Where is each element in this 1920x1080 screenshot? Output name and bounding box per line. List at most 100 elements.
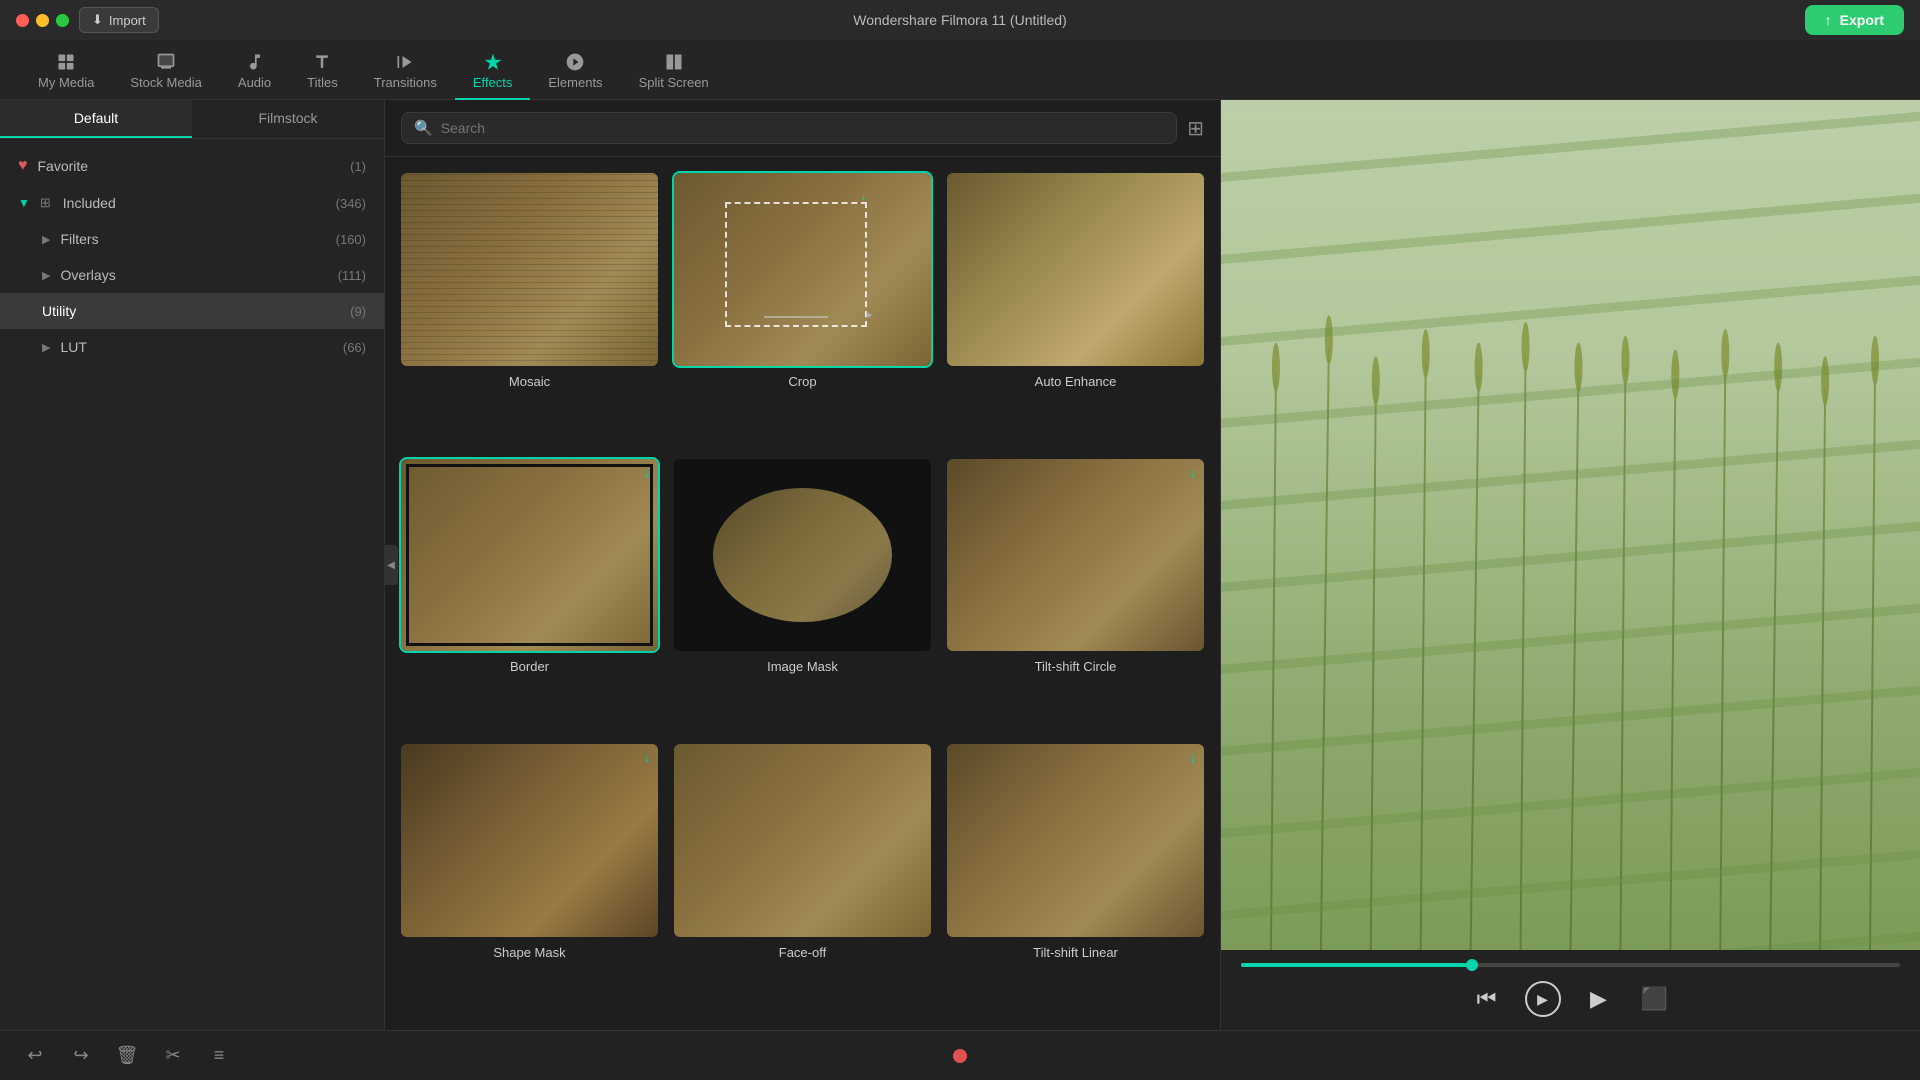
play-pause-button[interactable]: ▶: [1525, 981, 1561, 1017]
sidebar-item-overlays[interactable]: ▶ Overlays (111): [0, 257, 384, 293]
search-input-wrap: 🔍: [401, 112, 1177, 144]
timeline-record-area: [953, 1049, 967, 1063]
nav-stock-media[interactable]: Stock Media: [112, 44, 220, 100]
delete-button[interactable]: 🗑: [112, 1041, 142, 1071]
sidebar-tab-filmstock[interactable]: Filmstock: [192, 100, 384, 138]
titlebar: ⬇ Import Wondershare Filmora 11 (Untitle…: [0, 0, 1920, 40]
import-icon: ⬇: [92, 12, 103, 28]
export-button[interactable]: ↑ Export: [1805, 5, 1904, 35]
grid-view-icon[interactable]: ⊞: [1187, 116, 1204, 141]
redo-button[interactable]: ↪: [66, 1041, 96, 1071]
effect-thumb-tilt-shift-circle: ↓: [947, 459, 1204, 652]
main-nav: My Media Stock Media Audio Titles Transi…: [0, 40, 1920, 100]
effect-label-tilt-shift-circle: Tilt-shift Circle: [1035, 659, 1117, 674]
effect-thumb-shape-mask: ↓: [401, 744, 658, 937]
chevron-down-icon: ▼: [18, 196, 30, 210]
effect-label-auto-enhance: Auto Enhance: [1035, 374, 1117, 389]
record-indicator: [953, 1049, 967, 1063]
sidebar-item-lut[interactable]: ▶ LUT (66): [0, 329, 384, 365]
effect-label-image-mask: Image Mask: [767, 659, 838, 674]
nav-transitions[interactable]: Transitions: [356, 44, 455, 100]
progress-fill: [1241, 963, 1472, 967]
effect-item-auto-enhance[interactable]: Auto Enhance: [947, 173, 1204, 443]
effect-item-border[interactable]: ↓ Border: [401, 459, 658, 729]
sidebar-list: ♥ Favorite (1) ▼ ⊞ Included (346) ▶ Filt…: [0, 139, 384, 1030]
sidebar-collapse-button[interactable]: ◀: [384, 545, 398, 585]
search-input[interactable]: [441, 120, 1165, 136]
effect-thumb-auto-enhance: [947, 173, 1204, 366]
effect-thumb-tilt-shift-linear: ↓: [947, 744, 1204, 937]
chevron-right-icon-lut: ▶: [42, 341, 50, 354]
undo-button[interactable]: ↩: [20, 1041, 50, 1071]
progress-bar[interactable]: [1241, 963, 1900, 967]
chevron-right-icon-overlays: ▶: [42, 269, 50, 282]
sidebar-item-count: (1): [350, 159, 366, 174]
sidebar-item-filters[interactable]: ▶ Filters (160): [0, 221, 384, 257]
scissors-button[interactable]: ✂: [158, 1041, 188, 1071]
effect-thumb-image-mask: [674, 459, 931, 652]
sidebar-item-utility[interactable]: Utility (9): [0, 293, 384, 329]
nav-elements[interactable]: Elements: [530, 44, 620, 100]
sidebar-tab-default[interactable]: Default: [0, 100, 192, 138]
nav-titles[interactable]: Titles: [289, 44, 356, 100]
export-label: Export: [1840, 12, 1884, 28]
close-button[interactable]: [16, 14, 29, 27]
play-button[interactable]: ▶: [1581, 981, 1617, 1017]
effect-item-mosaic[interactable]: Mosaic: [401, 173, 658, 443]
effect-item-crop[interactable]: ↓ ► Crop: [674, 173, 931, 443]
sidebar-item-label: LUT: [60, 339, 86, 355]
traffic-lights: [16, 14, 69, 27]
grid-icon: ⊞: [40, 195, 51, 211]
search-icon: 🔍: [414, 119, 433, 137]
preview-image-content: [1221, 100, 1920, 950]
maximize-button[interactable]: [56, 14, 69, 27]
effects-grid: Mosaic ↓ ► Crop Auto: [385, 157, 1220, 1030]
effect-thumb-face-off: [674, 744, 931, 937]
content-area: 🔍 ⊞ Mosaic ↓: [385, 100, 1220, 1030]
effect-item-tilt-shift-linear[interactable]: ↓ Tilt-shift Linear: [947, 744, 1204, 1014]
heart-icon: ♥: [18, 157, 28, 175]
effect-label-face-off: Face-off: [779, 945, 826, 960]
sidebar-item-count: (111): [338, 268, 366, 283]
effect-thumb-crop: ↓ ►: [674, 173, 931, 366]
app-title: Wondershare Filmora 11 (Untitled): [853, 12, 1066, 28]
progress-thumb: [1466, 959, 1478, 971]
search-bar: 🔍 ⊞: [385, 100, 1220, 157]
nav-effects[interactable]: Effects: [455, 44, 531, 100]
effect-label-crop: Crop: [788, 374, 816, 389]
bottom-toolbar: ↩ ↪ 🗑 ✂ ≡: [0, 1030, 1920, 1080]
export-icon: ↑: [1825, 12, 1832, 28]
effect-item-image-mask[interactable]: Image Mask: [674, 459, 931, 729]
sidebar-item-included[interactable]: ▼ ⊞ Included (346): [0, 185, 384, 221]
nav-split-screen[interactable]: Split Screen: [621, 44, 727, 100]
effect-label-mosaic: Mosaic: [509, 374, 550, 389]
preview-controls: ⏮ ▶ ▶ ⬛: [1221, 950, 1920, 1030]
skip-back-button[interactable]: ⏮: [1469, 981, 1505, 1017]
import-label: Import: [109, 13, 146, 28]
chevron-right-icon: ▶: [42, 233, 50, 246]
sidebar-item-count: (346): [336, 196, 366, 211]
sidebar-item-count: (9): [350, 304, 366, 319]
import-button[interactable]: ⬇ Import: [79, 7, 159, 33]
minimize-button[interactable]: [36, 14, 49, 27]
nav-my-media[interactable]: My Media: [20, 44, 112, 100]
effect-item-tilt-shift-circle[interactable]: ↓ Tilt-shift Circle: [947, 459, 1204, 729]
settings-button[interactable]: ≡: [204, 1041, 234, 1071]
effect-thumb-mosaic: [401, 173, 658, 366]
sidebar: Default Filmstock ♥ Favorite (1) ▼ ⊞ Inc…: [0, 100, 385, 1030]
effect-item-face-off[interactable]: Face-off: [674, 744, 931, 1014]
effect-label-border: Border: [510, 659, 549, 674]
sidebar-item-label: Favorite: [38, 158, 89, 174]
effect-label-tilt-shift-linear: Tilt-shift Linear: [1033, 945, 1118, 960]
preview-panel: ⏮ ▶ ▶ ⬛: [1220, 100, 1920, 1030]
sidebar-item-favorite[interactable]: ♥ Favorite (1): [0, 147, 384, 185]
effect-item-shape-mask[interactable]: ↓ Shape Mask: [401, 744, 658, 1014]
sidebar-item-label: Filters: [60, 231, 98, 247]
body-area: Default Filmstock ♥ Favorite (1) ▼ ⊞ Inc…: [0, 100, 1920, 1030]
sidebar-item-label: Included: [63, 195, 116, 211]
sidebar-item-count: (66): [343, 340, 366, 355]
stop-button[interactable]: ⬛: [1637, 981, 1673, 1017]
nav-audio[interactable]: Audio: [220, 44, 289, 100]
sidebar-item-label: Overlays: [60, 267, 115, 283]
sidebar-item-label: Utility: [42, 303, 76, 319]
